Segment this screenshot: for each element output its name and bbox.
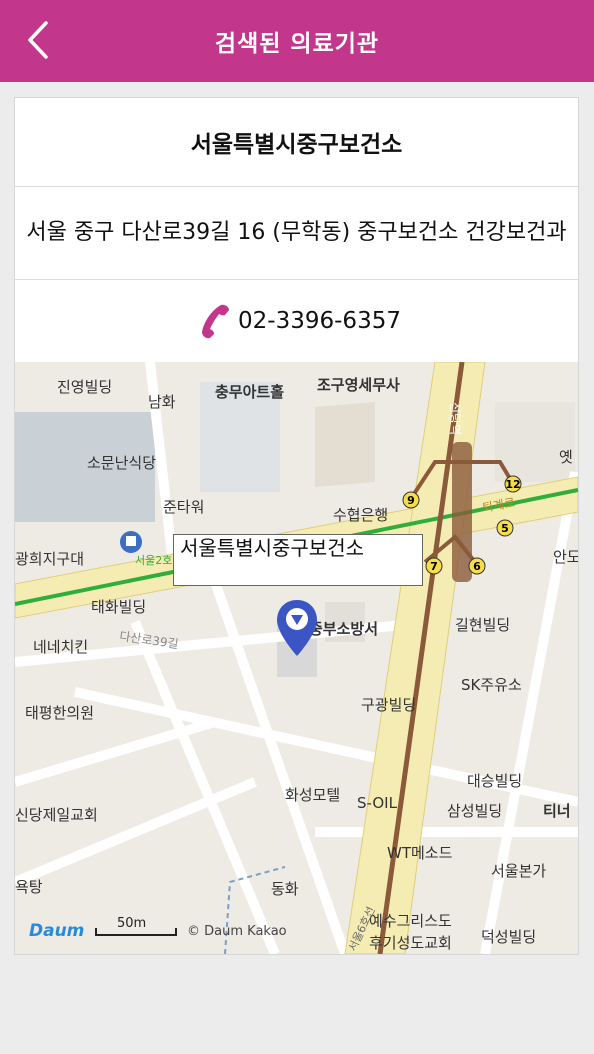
map-label: 서울2호 bbox=[135, 554, 172, 567]
map-label: 조구영세무사 bbox=[317, 376, 400, 394]
phone-icon bbox=[192, 301, 232, 341]
station-12: 12 bbox=[505, 478, 520, 491]
back-button[interactable] bbox=[18, 14, 58, 66]
map-label: WT메소드 bbox=[387, 844, 453, 862]
map-label: 예수그리스도 bbox=[369, 912, 452, 930]
map-label: 진영빌딩 bbox=[57, 378, 112, 396]
map-label: 옛 bbox=[559, 448, 573, 466]
map-label: 남화 bbox=[148, 393, 176, 411]
station-6: 6 bbox=[473, 560, 481, 573]
chevron-left-icon bbox=[28, 21, 48, 59]
bus-icon bbox=[126, 536, 136, 546]
map-label: 삼성빌딩 bbox=[447, 802, 502, 820]
page-title: 검색된 의료기관 bbox=[214, 31, 380, 57]
facility-card: 서울특별시중구보건소 서울 중구 다산로39길 16 (무학동) 중구보건소 건… bbox=[14, 97, 579, 955]
map-label: 신당제일교회 bbox=[15, 806, 98, 824]
map-callout[interactable]: 서울특별시중구보건소 bbox=[173, 534, 423, 586]
daum-logo: Daum bbox=[29, 921, 85, 941]
map-label: 대승빌딩 bbox=[467, 772, 522, 790]
phone-number: 02-3396-6357 bbox=[238, 308, 401, 334]
station-7: 7 bbox=[430, 560, 438, 573]
map-label: 구광빌딩 bbox=[361, 696, 416, 714]
map-label: S-OIL bbox=[357, 794, 398, 812]
map-label: 동화 bbox=[271, 880, 299, 898]
map-label: 신당역 bbox=[448, 402, 462, 435]
map-label: 태평한의원 bbox=[25, 704, 94, 722]
facility-address: 서울 중구 다산로39길 16 (무학동) 중구보건소 건강보건과 bbox=[15, 187, 578, 280]
phone-button[interactable]: 02-3396-6357 bbox=[15, 280, 578, 363]
map-label: 네네치킨 bbox=[33, 638, 88, 656]
map-scale: 50m bbox=[95, 916, 177, 940]
location-pin-icon[interactable] bbox=[274, 598, 320, 664]
station-9: 9 bbox=[407, 494, 415, 507]
map-label: 서울본가 bbox=[491, 862, 546, 880]
map-label: 충무아트홀 bbox=[215, 383, 284, 401]
scale-line bbox=[95, 928, 177, 936]
map-label: 준타워 bbox=[163, 498, 204, 516]
map-label: 욕탕 bbox=[15, 878, 43, 896]
map-label: 티너 bbox=[543, 802, 571, 820]
app-header: 검색된 의료기관 bbox=[0, 0, 594, 82]
station-5: 5 bbox=[501, 522, 509, 535]
map-label: 광희지구대 bbox=[15, 550, 84, 568]
map-copyright: © Daum Kakao bbox=[187, 924, 287, 939]
map-label: 화성모텔 bbox=[285, 786, 340, 804]
map-label: SK주유소 bbox=[461, 676, 522, 694]
map-label: 소문난식당 bbox=[87, 454, 156, 472]
map-label: 수협은행 bbox=[333, 506, 388, 524]
map-label: 길현빌딩 bbox=[455, 616, 510, 634]
map-label: 후기성도교회 bbox=[369, 934, 452, 952]
map-view[interactable]: 9 12 5 7 6 진영빌딩 남화 충무아트홀 조구영세무사 소문난식당 준타… bbox=[15, 362, 578, 954]
facility-name: 서울특별시중구보건소 bbox=[15, 98, 578, 187]
map-label: 태화빌딩 bbox=[91, 598, 146, 616]
map-label: 덕성빌딩 bbox=[481, 928, 536, 946]
map-label: 안도 bbox=[553, 548, 578, 566]
